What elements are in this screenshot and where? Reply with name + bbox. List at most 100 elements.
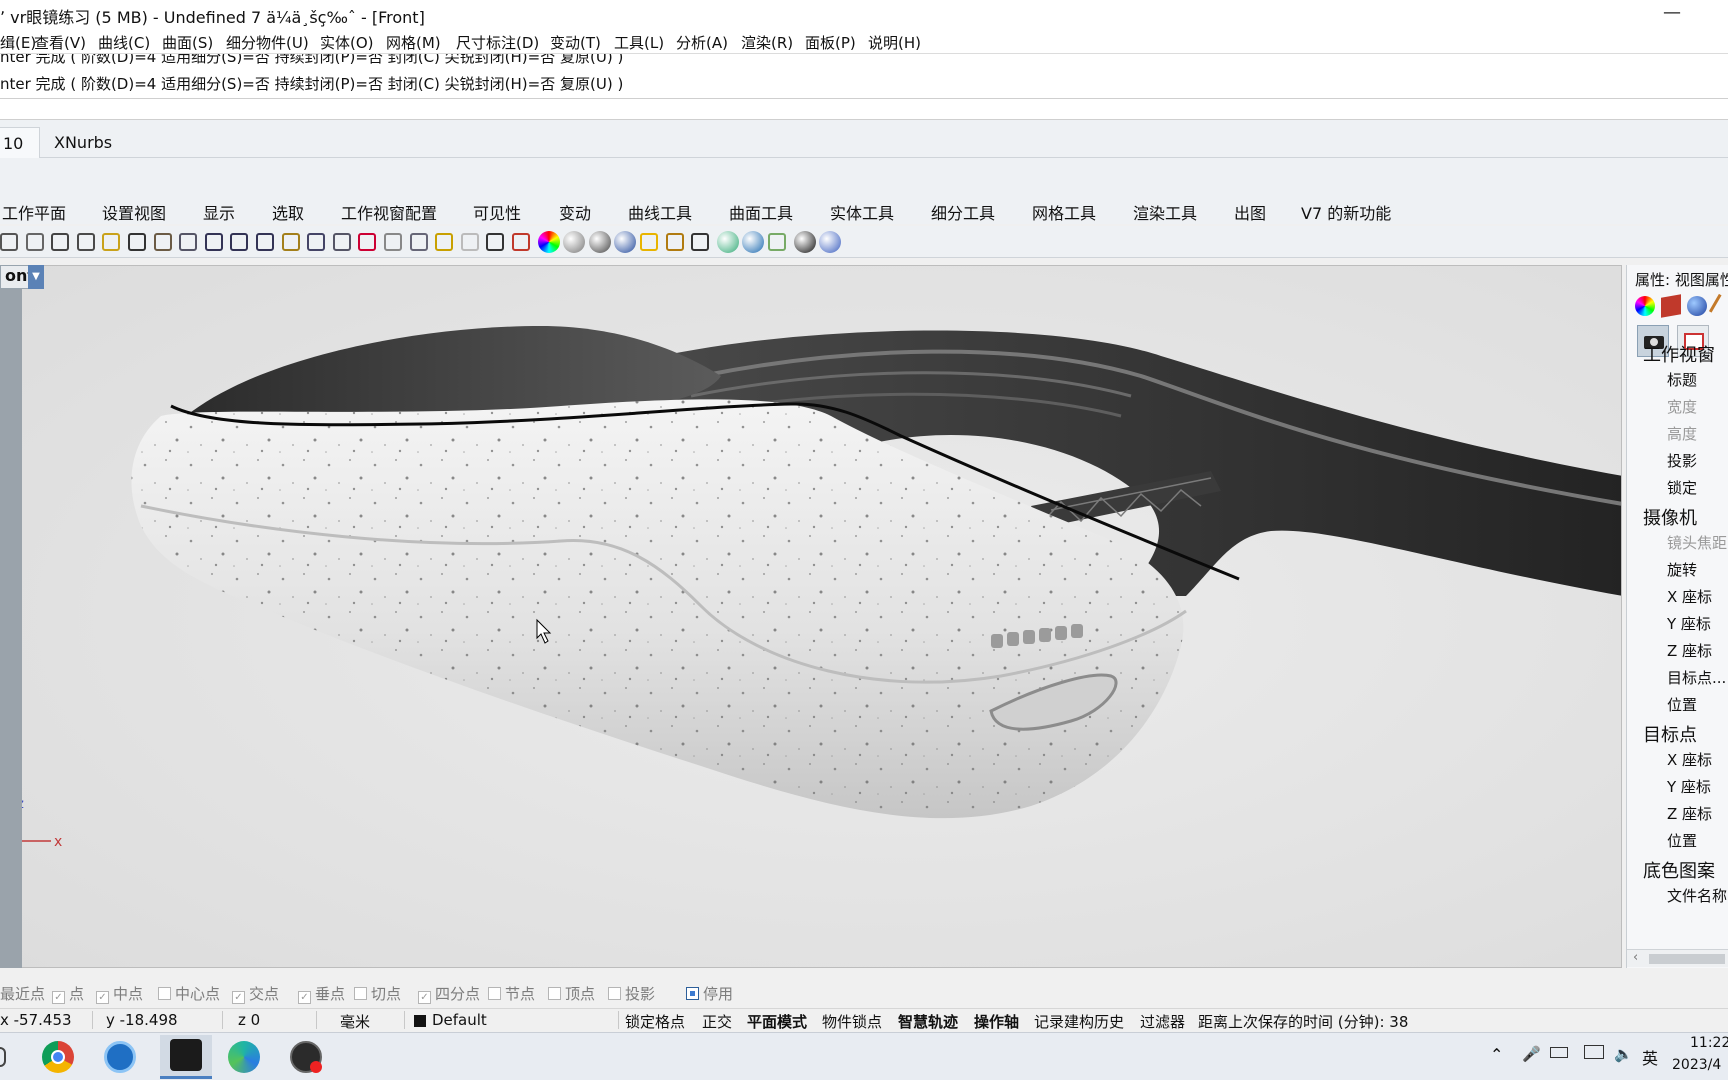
search-icon[interactable] <box>0 1047 6 1067</box>
settings-app-icon[interactable] <box>104 1041 136 1073</box>
osnap-checkbox[interactable]: ✓ <box>96 991 109 1004</box>
menu-analyze[interactable]: 分析(A) <box>676 32 728 53</box>
tab-render-tools[interactable]: 渲染工具 <box>1133 200 1197 224</box>
cut-icon[interactable] <box>51 233 70 251</box>
menu-surface[interactable]: 曲面(S) <box>162 32 213 53</box>
globe-icon[interactable] <box>716 231 739 253</box>
clock-time[interactable]: 11:22 <box>1690 1035 1728 1051</box>
osnap-disable-checkbox[interactable] <box>686 987 699 1000</box>
menu-solid[interactable]: 实体(O) <box>320 32 374 53</box>
tab-surface-tools[interactable]: 曲面工具 <box>729 200 793 224</box>
tab-viewport-layout[interactable]: 工作视窗配置 <box>341 200 437 224</box>
osnap-option[interactable]: 节点 <box>488 983 535 1004</box>
properties-section-title[interactable]: 底色图案 <box>1643 857 1715 883</box>
network-icon[interactable] <box>1584 1045 1604 1059</box>
zoom-window-icon[interactable] <box>230 233 249 251</box>
osnap-option[interactable]: ✓ 中点 <box>96 983 143 1004</box>
osnap-checkbox[interactable] <box>488 987 501 1000</box>
properties-section-title[interactable]: 目标点 <box>1643 721 1697 747</box>
flag-icon[interactable] <box>640 233 658 251</box>
points-icon[interactable] <box>435 233 454 251</box>
tab-visibility[interactable]: 可见性 <box>473 200 521 224</box>
tab-cplanes[interactable]: 工作平面 <box>2 200 66 224</box>
menu-panels[interactable]: 面板(P) <box>805 32 856 53</box>
render-icon[interactable] <box>588 231 611 253</box>
four-viewports-icon[interactable] <box>332 233 351 251</box>
ime-indicator[interactable]: 英 <box>1642 1045 1658 1069</box>
menu-dimension[interactable]: 尺寸标注(D) <box>456 32 539 53</box>
tray-overflow-icon[interactable]: ⌃ <box>1490 1045 1503 1064</box>
rhino-task-button[interactable] <box>160 1035 212 1079</box>
osnap-option[interactable]: ✓ 交点 <box>232 983 279 1004</box>
ortho-toggle[interactable]: 正交 <box>702 1011 732 1032</box>
scroll-left-icon[interactable]: ‹ <box>1633 950 1638 965</box>
tab-new-in-v7[interactable]: V7 的新功能 <box>1301 200 1391 224</box>
planar-toggle[interactable]: 平面模式 <box>747 1011 807 1032</box>
light-icon[interactable] <box>460 233 479 251</box>
pin-icon[interactable] <box>768 233 786 251</box>
tab-subd-tools[interactable]: 细分工具 <box>931 200 995 224</box>
brush-icon[interactable] <box>1708 293 1728 319</box>
obs-icon[interactable] <box>290 1041 322 1073</box>
gear-icon[interactable] <box>665 233 684 251</box>
front-viewport[interactable]: z x <box>0 265 1622 968</box>
tab-solid-tools[interactable]: 实体工具 <box>830 200 894 224</box>
microphone-icon[interactable]: 🎤 <box>1522 1045 1541 1063</box>
osnap-checkbox[interactable]: ✓ <box>52 991 65 1004</box>
menu-transform[interactable]: 变动(T) <box>550 32 601 53</box>
minimize-button[interactable]: — <box>1652 2 1692 28</box>
osnap-option[interactable]: 中心点 <box>158 983 220 1004</box>
undo-icon[interactable] <box>128 233 146 251</box>
menu-view[interactable]: 查看(V) <box>34 32 86 53</box>
tab-transform[interactable]: 变动 <box>559 200 591 224</box>
print-icon[interactable] <box>0 233 18 251</box>
units[interactable]: 毫米 <box>340 1011 370 1032</box>
material-icon[interactable] <box>614 231 637 253</box>
tab-mesh-tools[interactable]: 网格工具 <box>1032 200 1096 224</box>
gumball-toggle[interactable]: 操作轴 <box>974 1011 1019 1032</box>
material-icon[interactable] <box>1687 296 1707 316</box>
hide-icon[interactable] <box>384 233 402 251</box>
zoom-icon[interactable] <box>204 233 223 251</box>
osnap-option[interactable]: ✓ 四分点 <box>418 983 480 1004</box>
pan-icon[interactable] <box>153 233 172 251</box>
tab-10[interactable]: 10 <box>0 127 41 158</box>
osnap-checkbox[interactable] <box>158 987 171 1000</box>
osnap-checkbox[interactable] <box>354 987 367 1000</box>
cycle-icon[interactable] <box>742 231 765 253</box>
osnap-option[interactable]: 投影 <box>608 983 655 1004</box>
osnap-checkbox[interactable]: ✓ <box>418 991 431 1004</box>
lock-icon[interactable] <box>486 233 505 251</box>
tab-select[interactable]: 选取 <box>272 200 304 224</box>
osnap-checkbox[interactable] <box>608 987 621 1000</box>
layers-icon[interactable] <box>1661 294 1681 318</box>
clock-date[interactable]: 2023/4 <box>1672 1057 1721 1073</box>
help-icon[interactable] <box>819 231 842 253</box>
battery-icon[interactable] <box>1550 1047 1568 1058</box>
edge-icon[interactable] <box>228 1041 260 1073</box>
osnap-checkbox[interactable]: ✓ <box>232 991 245 1004</box>
chrome-icon[interactable] <box>42 1041 74 1073</box>
command-prompt[interactable] <box>0 98 1728 120</box>
properties-section-title[interactable]: 工作视窗 <box>1643 341 1715 367</box>
osnap-option[interactable]: ✓ 点 <box>52 983 84 1004</box>
menu-curve[interactable]: 曲线(C) <box>98 32 150 53</box>
object-color-icon[interactable] <box>1635 296 1655 316</box>
tab-set-view[interactable]: 设置视图 <box>102 200 166 224</box>
paste-icon[interactable] <box>102 233 121 251</box>
tab-drafting[interactable]: 出图 <box>1234 200 1266 224</box>
shaded-icon[interactable] <box>563 231 586 253</box>
zoom-selected-icon[interactable] <box>281 233 300 251</box>
properties-section-title[interactable]: 摄像机 <box>1643 504 1697 530</box>
transform-icon[interactable] <box>691 233 710 251</box>
osnap-option[interactable]: 最近点 <box>0 983 45 1004</box>
zebra-icon[interactable] <box>793 231 816 253</box>
menu-subd[interactable]: 细分物件(U) <box>226 32 309 53</box>
osnap-option[interactable]: 切点 <box>354 983 401 1004</box>
menu-render[interactable]: 渲染(R) <box>741 32 793 53</box>
horizontal-scrollbar[interactable]: ‹ <box>1627 949 1728 967</box>
current-layer[interactable]: Default <box>432 1011 487 1029</box>
menu-mesh[interactable]: 网格(M) <box>386 32 441 53</box>
osnap-toggle[interactable]: 物件锁点 <box>822 1011 882 1032</box>
osnap-checkbox[interactable] <box>548 987 561 1000</box>
